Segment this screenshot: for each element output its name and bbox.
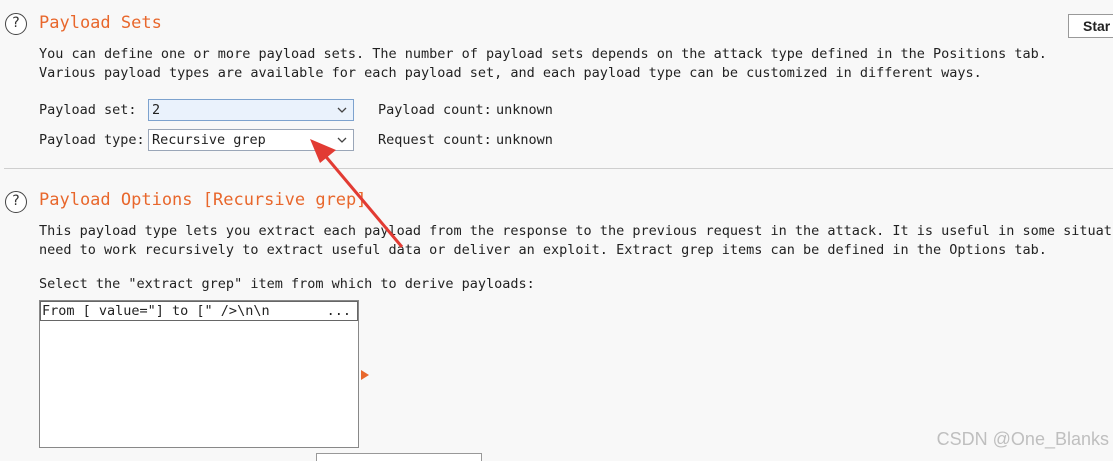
payload-count-label: Payload count: [378, 102, 492, 118]
request-count-value: unknown [496, 132, 553, 148]
payload-set-label: Payload set: [39, 102, 137, 118]
chevron-down-icon [337, 137, 347, 143]
payload-sets-description-1: You can define one or more payload sets.… [39, 46, 1047, 62]
payload-options-description-2: need to work recursively to extract usef… [39, 242, 1047, 258]
request-count-label: Request count: [378, 132, 492, 148]
extract-grep-list[interactable]: From [ value="] to [" />\n\n ... [39, 300, 359, 448]
grep-item-more: ... [326, 303, 351, 319]
extract-grep-label: Select the "extract grep" item from whic… [39, 276, 535, 292]
payload-set-select[interactable]: 2 [148, 99, 354, 121]
payload-sets-title: Payload Sets [39, 13, 162, 33]
help-icon[interactable]: ? [5, 13, 27, 35]
payload-options-title: Payload Options [Recursive grep] [39, 190, 367, 210]
watermark: CSDN @One_Blanks [936, 429, 1109, 449]
payload-type-select[interactable]: Recursive grep [148, 129, 354, 151]
chevron-down-icon [337, 107, 347, 113]
collapse-triangle-icon[interactable] [360, 369, 370, 381]
payload-options-description-1: This payload type lets you extract each … [39, 223, 1113, 239]
payload-type-value: Recursive grep [152, 132, 266, 148]
list-item[interactable]: From [ value="] to [" />\n\n ... [40, 301, 358, 321]
start-attack-button[interactable]: Star [1068, 14, 1113, 38]
payload-type-label: Payload type: [39, 132, 145, 148]
grep-item-text: From [ value="] to [" />\n\n [42, 303, 270, 319]
help-icon[interactable]: ? [5, 191, 27, 213]
section-divider [4, 168, 1113, 169]
payload-sets-description-2: Various payload types are available for … [39, 65, 982, 81]
payload-set-value: 2 [152, 102, 161, 118]
payload-count-value: unknown [496, 102, 553, 118]
bottom-field[interactable] [316, 453, 482, 461]
